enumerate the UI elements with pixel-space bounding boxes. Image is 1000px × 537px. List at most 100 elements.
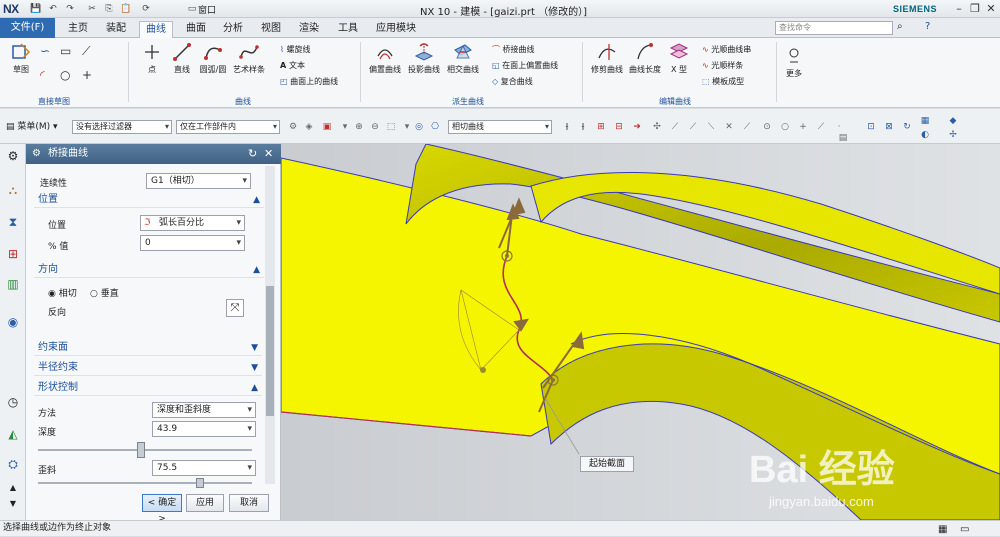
- tab-view[interactable]: 视图: [255, 21, 287, 38]
- helix-button[interactable]: ⌇ 螺旋线: [280, 44, 310, 55]
- gear-icon[interactable]: ⚙: [32, 144, 41, 164]
- undo-icon[interactable]: ↶: [47, 3, 59, 15]
- graphics-window[interactable]: Bai 经验 jingyan.baidu.com 起始截面: [281, 144, 1000, 520]
- dialog-scrollbar[interactable]: [265, 166, 275, 484]
- position-section-header[interactable]: 位置 ▲: [34, 192, 264, 208]
- menu-button[interactable]: ▤ 菜单(M) ▾: [6, 119, 58, 132]
- cancel-button[interactable]: 取消: [229, 494, 269, 512]
- assembly-navigator-icon[interactable]: ⛬: [5, 182, 21, 198]
- dropdown-arrow-icon[interactable]: ▾: [340, 122, 350, 132]
- line-button[interactable]: 直线: [168, 42, 196, 75]
- deselect-icon[interactable]: ⊖: [370, 122, 380, 132]
- redo-icon[interactable]: ↷: [64, 3, 76, 15]
- switch-window-icon[interactable]: ▭: [186, 3, 198, 15]
- rotate-icon[interactable]: ↻: [902, 122, 912, 132]
- arc-circle-button[interactable]: 圆弧/圆: [198, 42, 228, 75]
- shape-by-template-button[interactable]: ⬚ 模板成型: [702, 76, 744, 87]
- comb-point[interactable]: [480, 367, 486, 373]
- close-icon[interactable]: ✕: [264, 144, 273, 164]
- smooth-curve-string-button[interactable]: ∿ 光顺曲线串: [702, 44, 751, 55]
- close-window-button[interactable]: ✕: [984, 2, 998, 15]
- save-icon[interactable]: 💾: [30, 3, 42, 15]
- percent-value-input[interactable]: 0: [140, 235, 245, 251]
- line-sketch-icon[interactable]: ⟋: [82, 44, 90, 59]
- selection-filter-select[interactable]: 没有选择过滤器: [72, 120, 172, 134]
- snap-on-curve-icon[interactable]: ⟋: [816, 122, 826, 132]
- cut-icon[interactable]: ✂: [86, 3, 98, 15]
- render-style-icon[interactable]: ◐: [920, 130, 930, 140]
- more-button[interactable]: 更多: [782, 46, 806, 79]
- snap-tangent-icon[interactable]: ○: [780, 122, 790, 132]
- scrollbar-thumb[interactable]: [266, 286, 274, 416]
- offset-on-face-button[interactable]: ◱ 在面上偏置曲线: [492, 60, 558, 71]
- snap-center-icon[interactable]: ✕: [724, 122, 734, 132]
- reset-icon[interactable]: ↻: [248, 144, 257, 164]
- snap-on-face-icon[interactable]: ·: [834, 122, 844, 132]
- reverse-direction-button[interactable]: ⤧: [226, 299, 244, 317]
- snap-point-icon[interactable]: ✣: [652, 122, 662, 132]
- point-button[interactable]: 点: [138, 42, 166, 75]
- trim-curve-button[interactable]: 修剪曲线: [590, 42, 624, 75]
- constraint-navigator-icon[interactable]: ⧗: [5, 214, 21, 230]
- restore-button[interactable]: ❐: [968, 2, 982, 15]
- snap-control-icon[interactable]: ⟋: [688, 122, 698, 132]
- normal-radio[interactable]: ○ 垂直: [90, 286, 119, 299]
- depth-slider-thumb[interactable]: [136, 442, 145, 458]
- view-tools-icon[interactable]: ✢: [948, 130, 958, 140]
- curve-rule-icon[interactable]: ⎔: [430, 122, 440, 132]
- rectangle-icon[interactable]: ▭: [60, 44, 71, 58]
- zoom-icon[interactable]: ⊠: [884, 122, 894, 132]
- apply-button[interactable]: 应用: [186, 494, 224, 512]
- arc-sketch-icon[interactable]: ◜: [40, 68, 45, 82]
- paste-icon[interactable]: 📋: [120, 3, 132, 15]
- file-menu-button[interactable]: 文件(F): [0, 18, 55, 38]
- method-select[interactable]: 深度和歪斜度: [152, 402, 256, 418]
- chain-icon[interactable]: ⊞: [596, 122, 606, 132]
- selection-scope-select[interactable]: 仅在工作部件内: [176, 120, 280, 134]
- tangent-radio[interactable]: ◉ 相切: [48, 286, 77, 299]
- command-search-input[interactable]: 查找命令: [775, 21, 893, 35]
- spline-sketch-icon[interactable]: ∽: [40, 44, 50, 58]
- tab-surface[interactable]: 曲面: [180, 21, 212, 38]
- reuse-library-icon[interactable]: ▥: [5, 276, 21, 292]
- snap-icon[interactable]: ⚙: [288, 122, 298, 132]
- position-select[interactable]: ℑ 弧长百分比: [140, 215, 245, 231]
- settings-icon[interactable]: ⚙: [5, 148, 21, 164]
- tab-application[interactable]: 应用模块: [370, 21, 422, 38]
- process-studio-icon[interactable]: ⛭: [5, 456, 21, 472]
- direction-section-header[interactable]: 方向 ▲: [34, 262, 264, 278]
- scroll-up-icon[interactable]: ▲: [5, 480, 21, 496]
- sketch-button[interactable]: 草图: [6, 42, 36, 75]
- radius-constraint-section[interactable]: 半径约束 ▼: [34, 360, 262, 376]
- studio-spline-button[interactable]: 艺术样条: [230, 42, 268, 75]
- tab-curve[interactable]: 曲线: [139, 21, 173, 38]
- minimize-button[interactable]: –: [952, 2, 966, 15]
- curve-length-button[interactable]: 曲线长度: [628, 42, 662, 75]
- status-view-icon[interactable]: ▭: [960, 522, 969, 537]
- scroll-down-icon[interactable]: ▼: [5, 496, 21, 512]
- snap-arc-center-icon[interactable]: ⊙: [762, 122, 772, 132]
- depth-input[interactable]: 43.9: [152, 421, 256, 437]
- curve-on-surface-button[interactable]: ◰ 曲面上的曲线: [280, 76, 338, 87]
- model-view[interactable]: Bai 经验 jingyan.baidu.com: [281, 144, 1000, 520]
- plus-icon[interactable]: +: [82, 68, 92, 82]
- snap-midpoint-icon[interactable]: ⟋: [670, 122, 680, 132]
- text-button[interactable]: A 文本: [280, 60, 305, 71]
- status-grid-icon[interactable]: ▦: [938, 522, 947, 537]
- project-curve-button[interactable]: 投影曲线: [406, 42, 442, 75]
- view-fit-icon[interactable]: ⊡: [866, 122, 876, 132]
- skew-slider-thumb[interactable]: [195, 478, 204, 488]
- snap-endpoint-icon[interactable]: ➜: [632, 122, 642, 132]
- follow-fillet-icon[interactable]: ⫲: [578, 122, 588, 132]
- tab-render[interactable]: 渲染: [293, 21, 325, 38]
- dropdown-arrow-icon[interactable]: ▾: [402, 122, 412, 132]
- select-all-icon[interactable]: ⊕: [354, 122, 364, 132]
- composite-curve-button[interactable]: ◇ 复合曲线: [492, 76, 533, 87]
- tab-assembly[interactable]: 装配: [100, 21, 132, 38]
- help-icon[interactable]: ?: [925, 21, 930, 32]
- layout-icon[interactable]: ▦: [920, 116, 930, 126]
- box-select-icon[interactable]: ⬚: [386, 122, 396, 132]
- history-icon[interactable]: ◷: [5, 394, 21, 410]
- constraint-face-section[interactable]: 约束面 ▼: [34, 340, 262, 356]
- shape-control-section[interactable]: 形状控制 ▲: [34, 380, 262, 396]
